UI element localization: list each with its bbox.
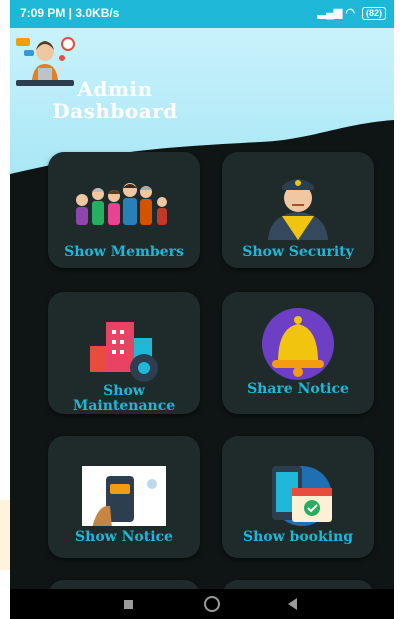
back-button[interactable] [272,594,312,614]
status-bar: 7:09 PM | 3.0KB/s ▂▄▆ ◠ (82) [10,0,394,28]
booking-calendar-icon [272,466,332,526]
share-notice-tile[interactable]: Share Notice [222,292,374,414]
show-members-tile[interactable]: Show Members [48,152,200,268]
show-maintenance-label: Show Maintenance [72,383,176,414]
show-maintenance-tile[interactable]: Show Maintenance [48,292,200,414]
status-time-speed: 7:09 PM | 3.0KB/s [20,6,120,20]
maintenance-icon [90,322,158,382]
show-security-tile[interactable]: Show Security [222,152,374,268]
status-icons: ▂▄▆ ◠ (82) [318,6,386,20]
triangle-back-icon [287,598,297,610]
show-notice-tile[interactable]: Show Notice [48,436,200,558]
phone-notice-icon [82,466,166,526]
admin-desk-icon [16,37,75,86]
app-screen: 7:09 PM | 3.0KB/s ▂▄▆ ◠ (82) Admin Dashb… [10,0,394,619]
show-booking-label: Show booking [242,529,353,545]
home-button[interactable] [192,594,232,614]
bell-icon [262,308,334,380]
family-icon [76,183,167,225]
show-security-label: Show Security [242,244,354,260]
share-notice-label: Share Notice [247,381,349,397]
show-members-label: Show Members [64,244,184,260]
security-guard-icon [268,179,328,240]
system-nav-bar [10,589,394,619]
show-notice-label: Show Notice [75,529,173,545]
battery-icon: (82) [361,7,386,20]
show-booking-tile[interactable]: Show booking [222,436,374,558]
recent-apps-button[interactable] [108,594,148,614]
square-icon [123,599,133,609]
signal-icon: ▂▄▆ [317,7,343,19]
circle-icon [204,596,220,612]
wifi-icon: ◠ [345,7,355,19]
